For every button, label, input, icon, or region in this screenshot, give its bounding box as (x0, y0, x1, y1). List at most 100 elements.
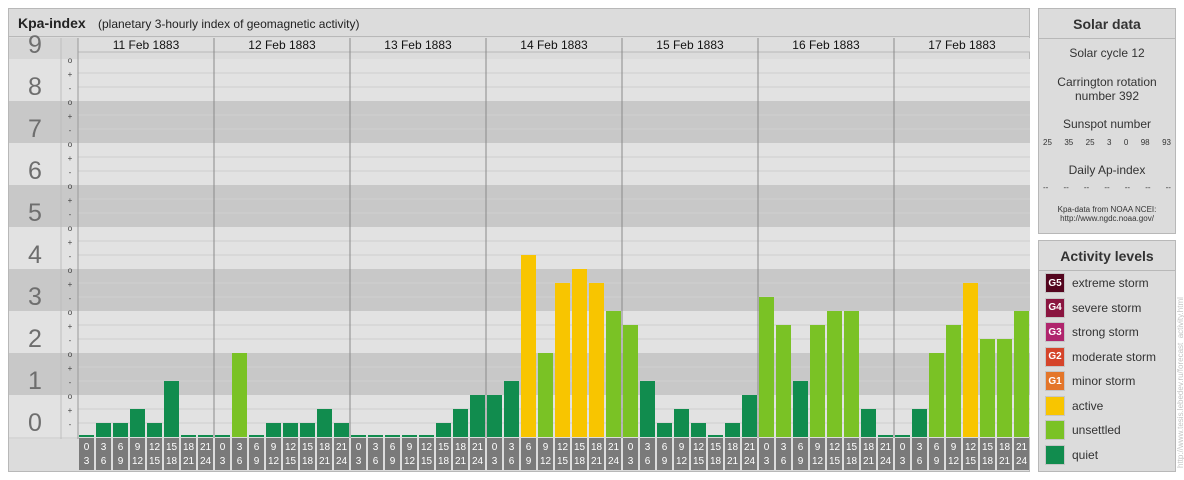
x-tick-label-start: 21 (608, 442, 620, 453)
x-tick-label-start: 3 (237, 442, 243, 453)
solar-data-heading: Solar data (1039, 9, 1175, 39)
x-tick-label-start: 15 (574, 442, 586, 453)
legend-swatch: G4 (1045, 297, 1065, 318)
kp-bar (895, 435, 910, 437)
sunspot-value: 25 (1043, 138, 1052, 147)
legend-label: severe storm (1072, 300, 1142, 315)
x-tick-label-end: 3 (764, 456, 770, 467)
ap-value: -- (1124, 183, 1131, 192)
kp-bar (759, 297, 774, 437)
y-subtick-label: - (69, 84, 72, 93)
legend-label: unsettled (1072, 423, 1121, 437)
x-tick-label-end: 18 (710, 456, 722, 467)
x-tick-label-start: 3 (101, 442, 107, 453)
legend-item: active (1045, 395, 1103, 416)
kp-bar (351, 435, 366, 437)
x-tick-label-start: 9 (407, 442, 413, 453)
kp-bar (793, 381, 808, 437)
x-tick-label-end: 21 (183, 456, 195, 467)
day-label: 13 Feb 1883 (384, 38, 452, 52)
x-tick-label-end: 3 (220, 456, 226, 467)
x-tick-label-start: 9 (815, 442, 821, 453)
sunspot-label: Sunspot number (1062, 117, 1152, 131)
y-subtick-label: o (68, 350, 73, 359)
kp-chart-panel: Kpa-index (planetary 3-hourly index of g… (8, 8, 1030, 472)
legend-swatch (1045, 444, 1065, 465)
x-tick-label-start: 6 (118, 442, 124, 453)
ap-value: -- (1165, 183, 1171, 192)
x-tick-label-end: 6 (645, 456, 651, 467)
kp-bar (147, 423, 162, 437)
kp-bar (334, 423, 349, 437)
x-tick-label-start: 15 (846, 442, 858, 453)
x-tick-label-start: 9 (951, 442, 957, 453)
x-tick-label-start: 18 (591, 442, 603, 453)
legend-item: G4 severe storm (1045, 297, 1142, 318)
x-tick-label-end: 12 (676, 456, 688, 467)
x-tick-label-start: 21 (200, 442, 212, 453)
sunspot-value: 93 (1162, 138, 1171, 147)
x-tick-label-end: 3 (492, 456, 498, 467)
ap-index-values: -- -- -- -- -- -- -- (1043, 183, 1171, 192)
legend-item: G2 moderate storm (1045, 346, 1156, 367)
x-tick-label-end: 12 (812, 456, 824, 467)
x-tick-label-end: 24 (1016, 456, 1028, 467)
kp-bar (283, 423, 298, 437)
y-subtick-label: o (68, 56, 73, 65)
ap-value: -- (1083, 183, 1090, 192)
x-tick-label-start: 21 (744, 442, 756, 453)
watermark: http://www.tesis.lebedev.ru/forecast_act… (1176, 297, 1184, 468)
y-subtick-label: + (68, 196, 73, 205)
x-tick-label-end: 21 (591, 456, 603, 467)
legend-label: strong storm (1072, 325, 1139, 339)
y-subtick-label: + (68, 280, 73, 289)
kp-bar (198, 435, 213, 437)
legend-item: quiet (1045, 444, 1098, 465)
y-subtick-label: o (68, 140, 73, 149)
kp-bar (249, 435, 264, 437)
kp-bar (470, 395, 485, 437)
y-subtick-label: o (68, 308, 73, 317)
kp-bar (742, 395, 757, 437)
x-tick-label-end: 3 (356, 456, 362, 467)
y-subtick-label: - (69, 378, 72, 387)
x-tick-label-end: 15 (421, 456, 433, 467)
kp-band (9, 395, 1030, 437)
x-tick-label-end: 12 (948, 456, 960, 467)
kp-bar (419, 435, 434, 437)
x-tick-label-end: 6 (101, 456, 107, 467)
y-subtick-label: - (69, 336, 72, 345)
y-subtick-label: + (68, 70, 73, 79)
carrington-rotation-label: Carrington rotation (1057, 75, 1157, 89)
x-tick-label-end: 15 (285, 456, 297, 467)
day-label: 17 Feb 1883 (928, 38, 996, 52)
x-tick-label-start: 18 (183, 442, 195, 453)
x-tick-label-start: 21 (472, 442, 484, 453)
x-tick-label-start: 18 (727, 442, 739, 453)
y-subtick-label: + (68, 112, 73, 121)
x-tick-label-end: 9 (526, 456, 532, 467)
kp-band (9, 101, 1030, 143)
x-tick-label-start: 18 (455, 442, 467, 453)
x-tick-label-start: 12 (421, 442, 433, 453)
x-tick-label-end: 9 (662, 456, 668, 467)
x-tick-label-start: 3 (509, 442, 515, 453)
x-tick-label-end: 3 (900, 456, 906, 467)
kp-bar (572, 269, 587, 437)
x-tick-label-end: 9 (390, 456, 396, 467)
day-label: 15 Feb 1883 (656, 38, 724, 52)
x-tick-label-end: 18 (846, 456, 858, 467)
x-tick-label-start: 18 (999, 442, 1011, 453)
x-tick-label-end: 15 (965, 456, 977, 467)
ap-value: -- (1104, 183, 1110, 192)
x-tick-label-start: 12 (285, 442, 297, 453)
y-tick-label: 7 (28, 115, 42, 143)
x-tick-label-end: 9 (254, 456, 260, 467)
x-tick-label-start: 0 (356, 442, 362, 453)
sunspot-value: 98 (1140, 138, 1150, 147)
day-label: 16 Feb 1883 (792, 38, 860, 52)
x-tick-label-start: 0 (492, 442, 498, 453)
x-tick-label-start: 21 (880, 442, 892, 453)
kp-bar (861, 408, 876, 437)
y-subtick-label: - (69, 168, 72, 177)
